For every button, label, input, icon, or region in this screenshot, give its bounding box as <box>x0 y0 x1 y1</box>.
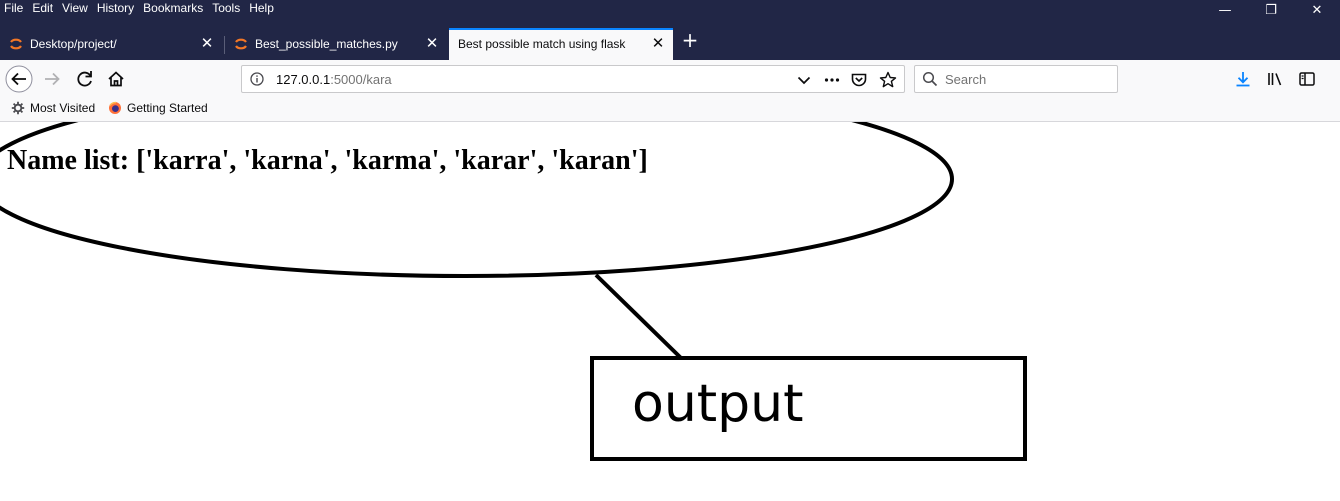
search-icon <box>922 71 938 87</box>
menu-edit[interactable]: Edit <box>32 0 53 16</box>
menu-file[interactable]: File <box>4 0 23 16</box>
info-icon[interactable] <box>250 72 264 86</box>
minimize-button[interactable]: — <box>1202 0 1248 26</box>
jupyter-icon <box>10 38 22 50</box>
new-tab-button[interactable]: + <box>678 28 702 52</box>
home-button[interactable] <box>101 64 131 94</box>
annotation-pointer-line <box>594 273 683 360</box>
back-button[interactable] <box>4 64 34 94</box>
home-icon <box>108 71 124 87</box>
menu-bookmarks[interactable]: Bookmarks <box>143 0 203 16</box>
reload-button[interactable] <box>70 64 100 94</box>
url-path: :5000/kara <box>330 72 392 87</box>
jupyter-icon <box>235 38 247 50</box>
output-callout-box: output <box>590 356 1027 461</box>
tab-title: Best possible match using flask <box>458 37 626 51</box>
menu-view[interactable]: View <box>62 0 88 16</box>
forward-arrow-icon <box>45 72 60 86</box>
bookmarks-toolbar: Most Visited Getting Started <box>0 98 1340 122</box>
bookmark-most-visited[interactable]: Most Visited <box>11 101 95 115</box>
tab-best-possible-matches[interactable]: Best_possible_matches.py ✕ <box>225 28 447 60</box>
menu-help[interactable]: Help <box>249 0 274 16</box>
page-actions-icon[interactable] <box>822 70 842 90</box>
tab-title: Best_possible_matches.py <box>255 37 398 51</box>
tab-strip: Desktop/project/ ✕ Best_possible_matches… <box>0 28 1340 60</box>
search-bar[interactable] <box>914 65 1118 93</box>
gear-icon <box>11 101 25 115</box>
sidebar-icon[interactable] <box>1297 69 1317 89</box>
url-text[interactable]: 127.0.0.1:5000/kara <box>276 72 392 87</box>
menu-history[interactable]: History <box>97 0 134 16</box>
tab-desktop-project[interactable]: Desktop/project/ ✕ <box>0 28 222 60</box>
output-callout-label: output <box>632 374 804 434</box>
bookmark-star-icon[interactable] <box>878 70 898 90</box>
search-input[interactable] <box>945 69 1110 89</box>
bookmark-getting-started[interactable]: Getting Started <box>108 101 208 115</box>
forward-button[interactable] <box>38 64 68 94</box>
bookmark-label: Most Visited <box>30 101 96 115</box>
navigation-toolbar: 127.0.0.1:5000/kara <box>0 60 1340 98</box>
reload-icon <box>77 71 92 87</box>
pocket-icon[interactable] <box>849 70 869 90</box>
close-tab-icon[interactable]: ✕ <box>651 36 665 51</box>
menu-items: File Edit View History Bookmarks Tools H… <box>4 0 283 16</box>
library-icon[interactable] <box>1265 69 1285 89</box>
tab-title: Desktop/project/ <box>30 37 117 51</box>
chevron-down-icon[interactable] <box>794 70 814 90</box>
url-bar[interactable]: 127.0.0.1:5000/kara <box>241 65 905 93</box>
menu-bar: File Edit View History Bookmarks Tools H… <box>0 0 1340 28</box>
close-tab-icon[interactable]: ✕ <box>425 36 439 51</box>
close-tab-icon[interactable]: ✕ <box>200 36 214 51</box>
close-window-button[interactable]: ✕ <box>1294 0 1340 26</box>
restore-button[interactable]: ❐ <box>1248 0 1294 26</box>
tab-best-possible-match-flask[interactable]: Best possible match using flask ✕ <box>449 28 673 60</box>
menu-tools[interactable]: Tools <box>212 0 240 16</box>
downloads-icon[interactable] <box>1233 69 1253 89</box>
window-controls: — ❐ ✕ <box>1202 0 1340 26</box>
url-host: 127.0.0.1 <box>276 72 331 87</box>
page-content: Name list: ['karra', 'karna', 'karma', '… <box>0 122 1340 501</box>
firefox-icon <box>109 101 121 114</box>
bookmark-label: Getting Started <box>127 101 208 115</box>
back-arrow-icon <box>5 65 33 93</box>
annotation-ellipse <box>0 122 954 278</box>
